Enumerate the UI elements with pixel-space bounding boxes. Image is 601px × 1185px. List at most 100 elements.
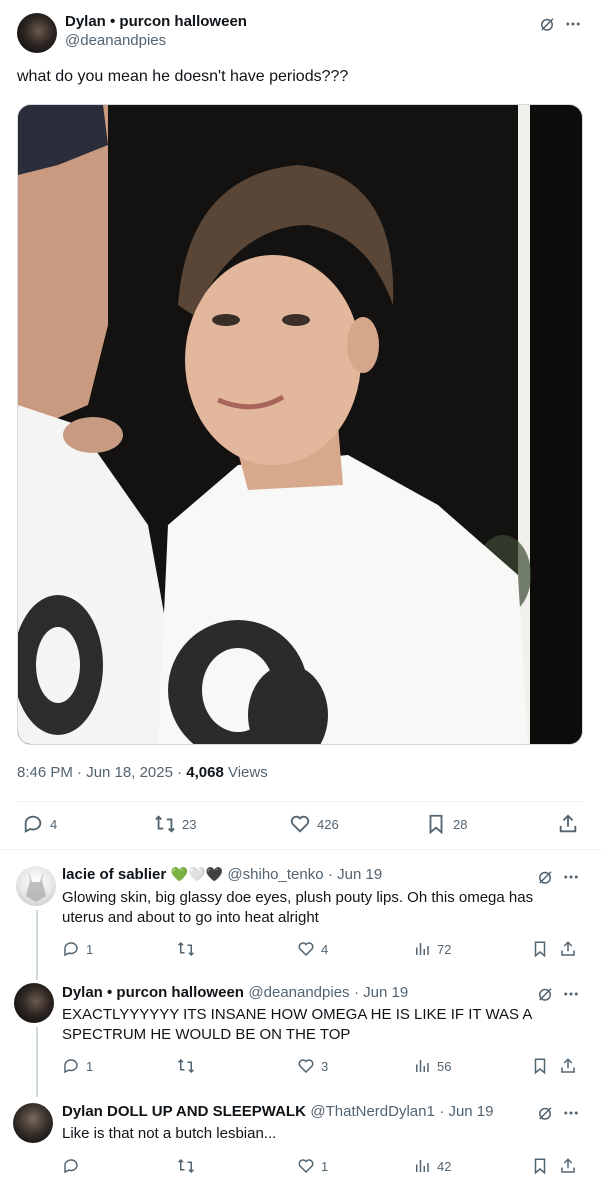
more-icon[interactable] [562,985,580,1003]
bookmark-button[interactable]: 28 [425,813,467,835]
like-button[interactable]: 426 [289,813,339,835]
thread-line [36,910,38,980]
heart-icon [298,1059,314,1074]
thread-line [36,1027,38,1097]
tweet-meta: 8:46 PM · Jun 18, 2025 · 4,068 Views [17,764,268,781]
share-button[interactable] [559,1057,577,1075]
reply-date[interactable]: · Jun 19 [439,1103,493,1120]
share-button[interactable] [557,813,579,835]
tweet-text: what do you mean he doesn't have periods… [17,68,349,85]
repost-button[interactable] [177,1157,201,1175]
reply-icon [64,942,78,957]
reply-text: Glowing skin, big glassy doe eyes, plush… [62,889,534,926]
bookmark-icon [534,1158,546,1175]
reply-count: 4 [50,816,58,832]
views-count: 72 [437,941,452,957]
reply-display-name[interactable]: Dylan DOLL UP AND SLEEPWALK [62,1103,306,1120]
heart-icon [298,942,314,957]
bookmark-button[interactable] [531,1157,549,1175]
reply-icon [64,1159,78,1174]
bookmark-icon [534,941,546,958]
reply-text: EXACTLYYYYYY ITS INSANE HOW OMEGA HE IS … [62,1006,532,1043]
share-button[interactable] [559,1157,577,1175]
reply-header: lacie of sablier 💚🤍🖤 @shiho_tenko · Jun … [62,866,532,884]
views-button[interactable]: 42 [413,1157,451,1175]
reply-button[interactable]: 1 [62,1057,93,1075]
share-button[interactable] [559,940,577,958]
photo-illustration [18,105,582,744]
views-icon [416,1160,429,1172]
reply-header: Dylan • purcon halloween @deanandpies · … [62,984,532,1002]
reply-action-bar: 1 4 72 [62,940,579,962]
repost-icon [177,1158,195,1174]
reply-display-name[interactable]: Dylan • purcon halloween [62,984,244,1001]
grok-icon[interactable] [536,868,554,886]
action-bar: 4 23 426 28 [17,813,583,837]
bookmark-icon [534,1058,546,1075]
avatar[interactable] [16,866,56,906]
reply-date[interactable]: · Jun 19 [328,866,382,883]
reply-button[interactable] [62,1157,86,1175]
like-count: 1 [321,1158,329,1174]
views-count: 56 [437,1058,452,1074]
like-count: 426 [317,816,339,832]
like-button[interactable]: 1 [297,1157,328,1175]
views-label: Views [223,764,268,781]
more-icon[interactable] [562,1104,580,1122]
reply-icon [24,815,42,833]
repost-count: 23 [182,816,197,832]
share-icon [561,1058,575,1073]
repost-icon [155,815,175,833]
divider [17,801,583,802]
timestamp[interactable]: 8:46 PM · Jun 18, 2025 · [17,764,186,781]
divider [0,849,601,850]
heart-icon [290,815,310,833]
like-count: 4 [321,941,329,957]
grok-icon[interactable] [537,14,557,34]
reply-button[interactable]: 1 [62,940,93,958]
author-block: Dylan • purcon halloween @deanandpies [65,13,247,49]
views-button[interactable]: 56 [413,1057,451,1075]
reply-date[interactable]: · Jun 19 [354,984,408,1001]
repost-button[interactable] [177,940,201,958]
like-count: 3 [321,1058,329,1074]
repost-icon [177,941,195,957]
display-name[interactable]: Dylan • purcon halloween [65,13,247,30]
reply-button[interactable]: 4 [22,813,57,835]
share-icon [561,941,575,956]
reply-display-name[interactable]: lacie of sablier [62,866,166,883]
avatar[interactable] [14,983,54,1023]
handle[interactable]: @deanandpies [65,32,247,49]
reply-header: Dylan DOLL UP AND SLEEPWALK @ThatNerdDyl… [62,1103,532,1121]
reply-action-bar: 1 3 56 [62,1057,579,1079]
reply-count: 1 [86,1058,94,1074]
more-icon[interactable] [562,868,580,886]
repost-button[interactable]: 23 [154,813,196,835]
bookmark-button[interactable] [531,1057,549,1075]
like-button[interactable]: 4 [297,940,328,958]
more-icon[interactable] [563,14,583,34]
grok-icon[interactable] [536,1104,554,1122]
heart-icon [298,1159,314,1174]
bookmark-button[interactable] [531,940,549,958]
views-count: 42 [437,1158,452,1174]
avatar[interactable] [17,13,57,53]
reply-handle[interactable]: @deanandpies [248,984,349,1001]
bookmark-count: 28 [453,816,468,832]
repost-button[interactable] [177,1057,201,1075]
views-icon [416,1060,429,1072]
views-count: 4,068 [186,764,224,781]
views-button[interactable]: 72 [413,940,451,958]
repost-icon [177,1058,195,1074]
reply-handle[interactable]: @shiho_tenko [227,866,323,883]
avatar-illustration [26,870,46,902]
tweet-photo[interactable] [17,104,583,745]
avatar[interactable] [13,1103,53,1143]
share-icon [561,1158,575,1173]
reply-handle[interactable]: @ThatNerdDylan1 [310,1103,434,1120]
reply-text: Like is that not a butch lesbian... [62,1125,277,1142]
reply-action-bar: 1 42 [62,1157,579,1179]
like-button[interactable]: 3 [297,1057,328,1075]
grok-icon[interactable] [536,985,554,1003]
share-icon [559,814,577,833]
